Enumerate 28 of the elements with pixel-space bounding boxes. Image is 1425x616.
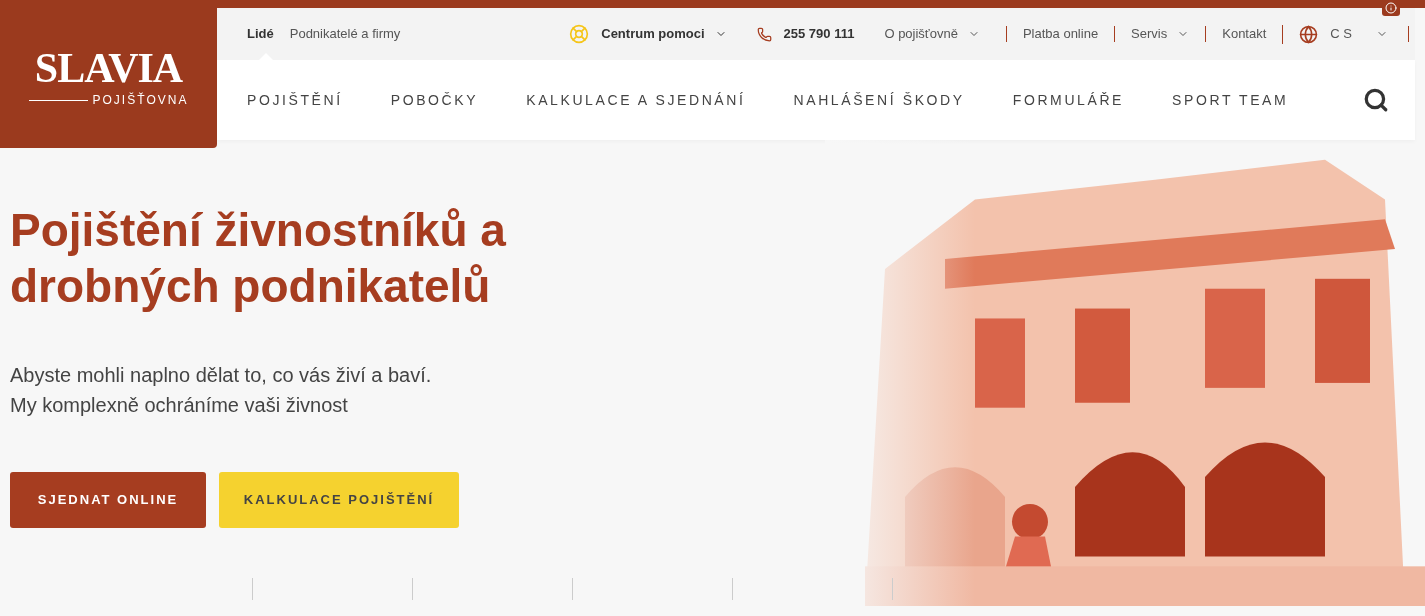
info-icon — [1385, 2, 1397, 14]
top-link[interactable]: Platba online — [1005, 26, 1099, 42]
top-link[interactable]: Kontakt — [1205, 26, 1267, 42]
lifebuoy-icon — [569, 24, 590, 44]
top-link[interactable]: O pojišťovně — [884, 26, 980, 42]
globe-icon — [1299, 24, 1319, 44]
nav-link[interactable]: POJIŠTĚNÍ — [247, 89, 343, 111]
nav-link[interactable]: NAHLÁŠENÍ ŠKODY — [793, 89, 965, 111]
logo-subtitle: POJIŠŤOVNA — [92, 91, 189, 109]
audience-tab[interactable]: Lidé — [247, 26, 274, 42]
nav-link[interactable]: POBOČKY — [390, 89, 479, 111]
primary-button[interactable]: SJEDNAT ONLINE — [10, 472, 206, 528]
search-icon[interactable] — [1363, 87, 1389, 113]
logo-wordmark: SLAVIA — [34, 47, 183, 89]
nav-link[interactable]: KALKULACE A SJEDNÁNÍ — [526, 89, 746, 111]
hero-subtitle: Abyste mohli naplno dělat to, co vás živí a baví. — [10, 363, 433, 388]
language-selector[interactable]: C S — [1282, 24, 1388, 44]
top-link[interactable]: Servis — [1114, 26, 1190, 42]
info-tab[interactable] — [1382, 0, 1400, 16]
audience-tab[interactable]: Podnikatelé a firmy — [289, 26, 401, 42]
hero-title: Pojištění živnostníků a drobných podnikatelů — [10, 203, 507, 314]
phone-icon — [756, 26, 772, 42]
top-link[interactable]: 255 790 111 — [756, 26, 855, 42]
nav-link[interactable]: SPORT TEAM — [1172, 89, 1289, 111]
secondary-button[interactable]: KALKULACE POJIŠTĚNÍ — [219, 472, 459, 528]
top-link[interactable]: Centrum pomoci — [569, 24, 727, 44]
nav-link[interactable]: FORMULÁŘE — [1012, 89, 1125, 111]
hero-subtitle: My komplexně ochráníme vaši živnost — [10, 393, 349, 418]
